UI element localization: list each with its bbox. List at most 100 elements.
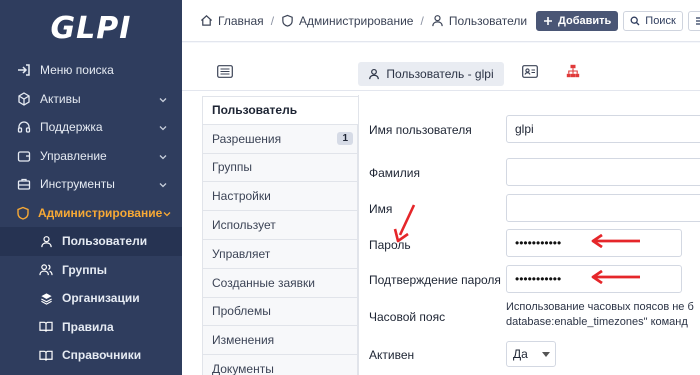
sidebar-item-dropdowns[interactable]: Справочники [0, 341, 182, 370]
annotation-arrow-left-icon [591, 270, 640, 284]
sidebar-item-label: Поддержка [40, 120, 103, 135]
breadcrumb-separator: / [420, 13, 424, 28]
topbar: Главная / Администрирование / Пользовате… [182, 0, 700, 42]
tab-user-main-label: Пользователь - glpi [386, 67, 494, 81]
shield-icon [16, 205, 30, 221]
active-select[interactable]: Да [506, 341, 556, 367]
list-icon [695, 16, 700, 27]
sidebar-item-users[interactable]: Пользователи [0, 227, 182, 256]
list-button[interactable]: Сп [687, 11, 700, 31]
shield-icon [281, 14, 295, 28]
tab-managed-items[interactable]: Управляет [202, 239, 358, 269]
sidebar-item-administration[interactable]: Администрирование [0, 199, 182, 228]
book-open-icon [38, 347, 54, 363]
username-label: Имя пользователя [369, 123, 472, 137]
briefcase-icon [16, 176, 32, 192]
breadcrumb-admin[interactable]: Администрирование [281, 14, 413, 28]
username-field[interactable]: glpi [506, 115, 700, 143]
vertical-tabs: Пользователь Разрешения 1 Группы Настрой… [202, 96, 358, 375]
active-select-value: Да [513, 347, 528, 361]
tab-label: Группы [212, 160, 252, 175]
sidebar-item-label: Администрирование [38, 205, 163, 220]
headset-icon [16, 119, 32, 135]
username-value: glpi [515, 122, 534, 136]
tab-groups[interactable]: Группы [202, 153, 358, 183]
firstname-field[interactable] [506, 194, 700, 222]
book-icon [38, 319, 54, 335]
search-icon [630, 16, 641, 27]
tab-label: Разрешения [212, 131, 282, 146]
sidebar-submenu: Пользователи Группы Организации Правила … [0, 227, 182, 370]
ldap-tree-icon[interactable] [564, 63, 582, 79]
wallet-icon [16, 148, 32, 164]
logo[interactable]: GLPI [0, 0, 182, 56]
search-button-label: Поиск [645, 15, 676, 27]
sidebar-item-label: Организации [62, 291, 140, 306]
item-tabbar: Пользователь - glpi [182, 43, 700, 91]
tab-settings[interactable]: Настройки [202, 182, 358, 212]
sidebar-item-label: Группы [62, 262, 107, 277]
tab-problems[interactable]: Проблемы [202, 297, 358, 327]
breadcrumb: Главная / Администрирование / Пользовате… [182, 14, 527, 28]
chevron-down-icon [158, 179, 168, 189]
user-icon [38, 233, 54, 249]
toolbar-actions: Добавить Поиск Сп [536, 11, 700, 31]
breadcrumb-separator: / [270, 13, 275, 28]
sidebar-item-tools[interactable]: Инструменты [0, 170, 182, 199]
breadcrumb-home[interactable]: Главная [200, 14, 264, 28]
user-icon [431, 14, 445, 28]
breadcrumb-users[interactable]: Пользователи [431, 14, 527, 28]
password-confirm-label: Подтверждение пароля [369, 273, 501, 287]
active-label: Активен [369, 348, 415, 362]
sidebar-item-search-menu[interactable]: Меню поиска [0, 56, 182, 85]
annotation-arrow-down-icon [393, 204, 416, 243]
tab-label: Настройки [212, 189, 271, 204]
chevron-down-icon [158, 122, 168, 132]
breadcrumb-home-label: Главная [218, 13, 264, 28]
sidebar-item-support[interactable]: Поддержка [0, 113, 182, 142]
tab-changes[interactable]: Изменения [202, 326, 358, 356]
sidebar-item-label: Пользователи [62, 234, 148, 249]
tab-created-tickets[interactable]: Созданные заявки [202, 268, 358, 298]
password-confirm-value: ••••••••••• [515, 272, 562, 286]
lastname-field[interactable] [506, 158, 700, 186]
sidebar-item-management[interactable]: Управление [0, 142, 182, 171]
add-button[interactable]: Добавить [536, 11, 619, 31]
list-view-icon[interactable] [216, 63, 234, 79]
chevron-down-icon [158, 94, 168, 104]
layers-icon [38, 290, 54, 306]
tab-label: Документы [212, 362, 274, 375]
annotation-arrow-left-icon [591, 234, 640, 248]
search-button[interactable]: Поиск [623, 11, 683, 31]
tab-label: Проблемы [212, 304, 271, 319]
sidebar-item-groups[interactable]: Группы [0, 256, 182, 285]
count-badge: 1 [337, 132, 353, 146]
sidebar-item-assets[interactable]: Активы [0, 85, 182, 114]
chevron-down-icon [158, 151, 168, 161]
tab-label: Изменения [212, 333, 275, 348]
sidebar-item-label: Меню поиска [40, 63, 114, 78]
tab-used-items[interactable]: Использует [202, 211, 358, 240]
home-icon [200, 14, 214, 28]
users-icon [38, 262, 54, 278]
breadcrumb-admin-label: Администрирование [299, 13, 414, 28]
tab-authorizations[interactable]: Разрешения 1 [202, 124, 358, 154]
tab-user-main[interactable]: Пользователь - glpi [358, 62, 504, 86]
tab-user[interactable]: Пользователь [202, 96, 358, 125]
timezone-note: Использование часовых поясов не б databa… [506, 300, 700, 330]
id-card-icon[interactable] [521, 63, 539, 79]
tab-documents[interactable]: Документы [202, 355, 358, 375]
tab-label: Управляет [212, 246, 271, 261]
timezone-note-line: Использование часовых поясов не б [506, 301, 694, 313]
tab-label: Использует [212, 218, 276, 233]
sidebar-menu: Меню поиска Активы Поддержка Управление [0, 56, 182, 227]
arrow-right-to-bracket-icon [16, 62, 32, 78]
tab-label: Созданные заявки [212, 275, 316, 290]
sidebar-item-entities[interactable]: Организации [0, 284, 182, 313]
sidebar-item-label: Управление [40, 148, 107, 163]
logo-text[interactable]: GLPI [51, 11, 132, 46]
user-icon [368, 68, 380, 80]
firstname-label: Имя [369, 202, 393, 216]
sidebar-item-label: Инструменты [40, 177, 115, 192]
sidebar-item-rules[interactable]: Правила [0, 313, 182, 342]
